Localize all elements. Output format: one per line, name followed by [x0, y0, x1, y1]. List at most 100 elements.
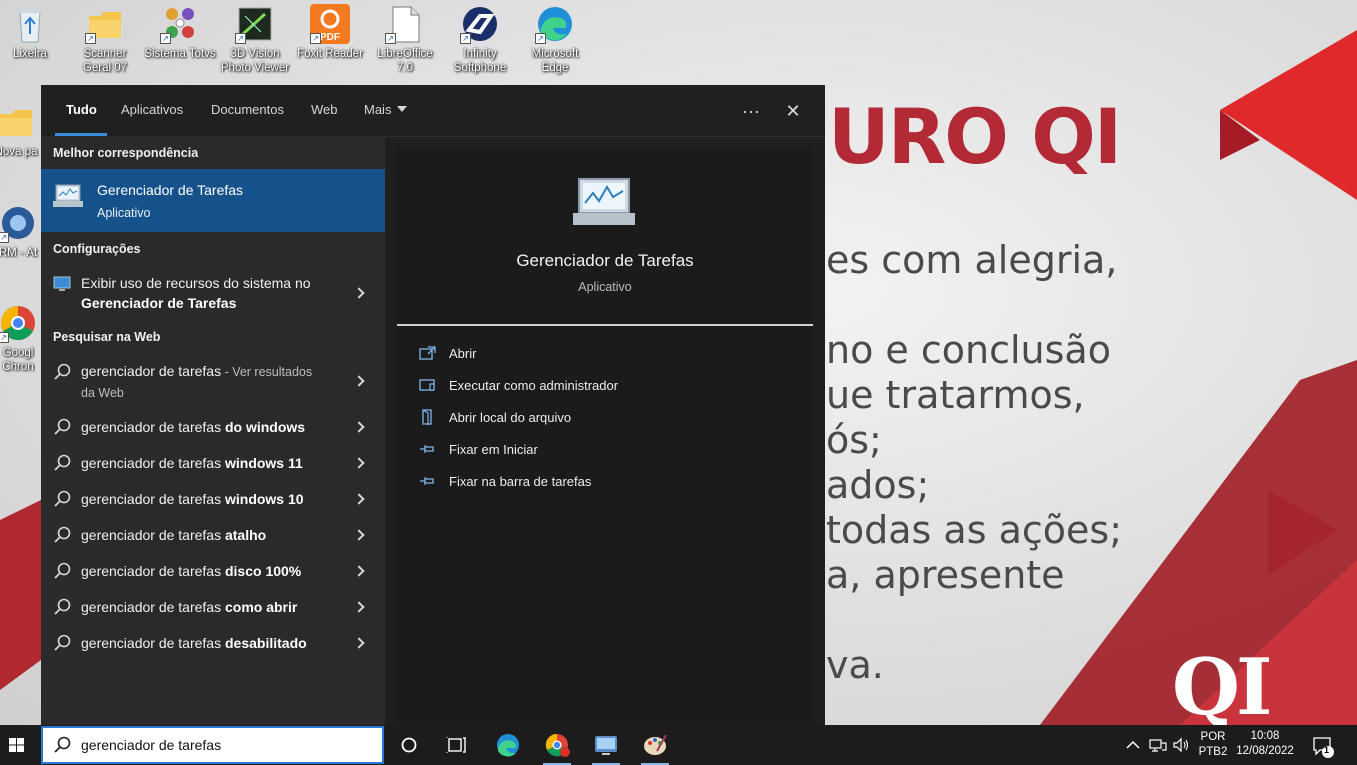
clock[interactable]: 10:08 12/08/2022: [1232, 725, 1298, 765]
taskbar: POR PTB2 10:08 12/08/2022 1: [0, 725, 1357, 765]
search-icon: [53, 598, 71, 616]
open-icon: [419, 345, 437, 361]
web-suggestion[interactable]: gerenciador de tarefas windows 11: [41, 453, 385, 477]
desktop-icon-rm[interactable]: ↗ RM - At: [0, 203, 44, 260]
network-icon: [1149, 739, 1167, 752]
web-suggestion-text: gerenciador de tarefas do windows: [81, 417, 341, 437]
web-suggestion[interactable]: gerenciador de tarefas do windows: [41, 417, 385, 441]
desktop-icon-totvs[interactable]: ↗ Sistema Totvs: [143, 4, 217, 61]
cortana-circle-icon: [401, 737, 417, 753]
web-result-first[interactable]: gerenciador de tarefas - Ver resultados …: [41, 361, 385, 405]
settings-result[interactable]: Exibir uso de recursos do sistema no Ger…: [41, 273, 385, 317]
search-icon: [53, 490, 71, 508]
web-suggestion[interactable]: gerenciador de tarefas como abrir: [41, 597, 385, 621]
wallpaper-text-line: ados;: [826, 463, 930, 507]
wallpaper-text-line: no e conclusão: [826, 328, 1111, 372]
web-suggestion[interactable]: gerenciador de tarefas desabilitado: [41, 633, 385, 657]
search-icon: [53, 363, 71, 381]
tab-more[interactable]: Mais: [364, 102, 408, 117]
action-run-as-admin[interactable]: Executar como administrador: [419, 376, 799, 396]
web-result-text: gerenciador de tarefas - Ver resultados …: [81, 361, 341, 403]
more-options-button[interactable]: ···: [736, 97, 766, 125]
rm-icon: ↗: [0, 203, 38, 243]
chevron-right-icon: [353, 457, 365, 469]
web-suggestion[interactable]: gerenciador de tarefas windows 10: [41, 489, 385, 513]
suggestion-bold: desabilitado: [224, 635, 307, 651]
search-input[interactable]: [81, 734, 371, 756]
folder-icon: [0, 102, 36, 142]
taskbar-edge[interactable]: [486, 725, 530, 765]
desktop-icon-label: Microsoft Edge: [531, 48, 579, 74]
action-open-file-location[interactable]: Abrir local do arquivo: [419, 408, 799, 428]
taskbar-remote-app[interactable]: [584, 725, 628, 765]
task-manager-icon: [53, 183, 83, 209]
chevron-right-icon: [353, 637, 365, 649]
web-result-query: gerenciador de tarefas: [81, 363, 222, 379]
tab-apps[interactable]: Aplicativos: [121, 102, 183, 117]
web-suggestion-text: gerenciador de tarefas windows 10: [81, 489, 341, 509]
taskbar-paint[interactable]: [633, 725, 677, 765]
desktop-icon-recycle-bin[interactable]: Lixeira: [0, 4, 67, 61]
infinity-softphone-icon: ↗: [460, 4, 500, 44]
chevron-right-icon: [353, 529, 365, 541]
desktop-icon-edge[interactable]: ↗ Microsoft Edge: [518, 4, 592, 75]
tab-documents[interactable]: Documentos: [211, 102, 284, 117]
search-icon: [53, 418, 71, 436]
tab-more-label: Mais: [364, 102, 392, 117]
desktop-icon-label: Foxit Reader: [297, 48, 363, 60]
clock-time: 10:08: [1250, 730, 1280, 742]
show-hidden-icons-button[interactable]: [1124, 737, 1142, 765]
totvs-icon: ↗: [160, 4, 200, 44]
preview-divider: [397, 324, 813, 326]
tab-web[interactable]: Web: [311, 102, 338, 117]
suggestion-prefix: gerenciador de tarefas: [81, 527, 225, 543]
pin-icon: [419, 473, 437, 489]
search-tab-bar: Tudo Aplicativos Documentos Web Mais ···…: [41, 85, 825, 137]
wallpaper-text-line: ue tratarmos,: [826, 373, 1085, 417]
network-button[interactable]: [1148, 737, 1168, 765]
action-pin-to-taskbar[interactable]: Fixar na barra de tarefas: [419, 472, 799, 492]
desktop-icon-libreoffice[interactable]: ↗ LibreOffice 7.0: [368, 4, 442, 75]
web-suggestion[interactable]: gerenciador de tarefas atalho: [41, 525, 385, 549]
active-tab-indicator: [55, 133, 107, 136]
results-list: Melhor correspondência Gerenciador de Ta…: [41, 137, 385, 725]
taskbar-search-box[interactable]: [41, 726, 384, 764]
desktop-icon-nova-pasta[interactable]: Nova pa: [0, 102, 42, 159]
taskbar-chrome[interactable]: [535, 725, 579, 765]
desktop-icon-chrome[interactable]: ↗ Googl Chron: [0, 303, 44, 374]
chevron-up-icon: [1126, 740, 1140, 749]
web-search-header: Pesquisar na Web: [53, 330, 161, 344]
desktop-icon-3d-vision[interactable]: ↗ 3D Vision Photo Viewer: [218, 4, 292, 75]
desktop-icon-foxit[interactable]: PDF ↗ Foxit Reader: [293, 4, 367, 61]
close-button[interactable]: ✕: [778, 97, 808, 125]
chevron-right-icon: [353, 565, 365, 577]
desktop-icon-infinity[interactable]: ↗ Infinity Softphone: [443, 4, 517, 75]
language-indicator[interactable]: POR PTB2: [1196, 725, 1230, 765]
best-match-item[interactable]: Gerenciador de Tarefas Aplicativo: [41, 169, 385, 232]
wallpaper-text-line: a, apresente: [826, 553, 1065, 597]
volume-button[interactable]: [1172, 737, 1190, 765]
desktop-icon-scanner[interactable]: ↗ Scanner Geral 07: [68, 4, 142, 75]
action-label: Abrir: [449, 346, 477, 361]
desktop-icon-label: Lixeira: [13, 48, 47, 60]
notifications-button[interactable]: 1: [1308, 725, 1338, 765]
suggestion-bold: atalho: [224, 527, 267, 543]
web-suggestion-text: gerenciador de tarefas desabilitado: [81, 633, 341, 653]
preview-pane: Gerenciador de Tarefas Aplicativo Abrir …: [397, 149, 813, 725]
chevron-right-icon: [353, 287, 365, 299]
cortana-button[interactable]: [387, 725, 431, 765]
edge-icon: ↗: [535, 4, 575, 44]
web-suggestion[interactable]: gerenciador de tarefas disco 100%: [41, 561, 385, 585]
action-open[interactable]: Abrir: [419, 344, 799, 364]
start-button[interactable]: [0, 725, 36, 765]
tab-all[interactable]: Tudo: [66, 102, 97, 117]
suggestion-prefix: gerenciador de tarefas: [81, 635, 225, 651]
shortcut-arrow-icon: ↗: [160, 33, 171, 44]
settings-header: Configurações: [53, 242, 141, 256]
task-view-button[interactable]: [435, 725, 479, 765]
remote-desktop-icon: [595, 736, 617, 755]
wallpaper-text-line: ós;: [826, 418, 882, 462]
speaker-icon: [1173, 737, 1189, 753]
action-pin-to-start[interactable]: Fixar em Iniciar: [419, 440, 799, 460]
shortcut-arrow-icon: ↗: [85, 33, 96, 44]
